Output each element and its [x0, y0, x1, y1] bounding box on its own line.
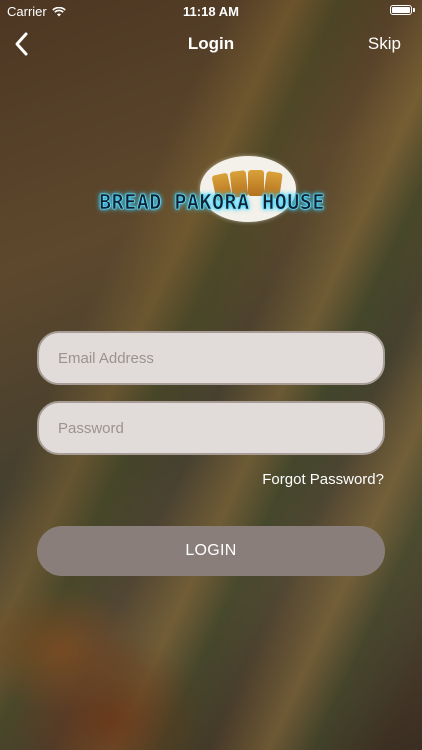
- app-logo: BREAD PAKORA HOUSE: [72, 156, 352, 226]
- battery-icon: [390, 5, 415, 15]
- login-button[interactable]: LOGIN: [37, 526, 385, 576]
- email-field[interactable]: [37, 331, 385, 385]
- logo-text: BREAD PAKORA HOUSE: [99, 190, 325, 215]
- status-bar: Carrier 11:18 AM: [0, 0, 422, 22]
- password-field[interactable]: [37, 401, 385, 455]
- password-input[interactable]: [56, 418, 383, 438]
- page-title: Login: [187, 34, 235, 53]
- status-time: 11:18 AM: [183, 4, 239, 19]
- skip-button[interactable]: Skip: [368, 34, 401, 54]
- navigation-bar: Login Skip: [0, 22, 422, 66]
- forgot-password-link[interactable]: Forgot Password?: [262, 471, 384, 488]
- email-input[interactable]: [56, 348, 383, 368]
